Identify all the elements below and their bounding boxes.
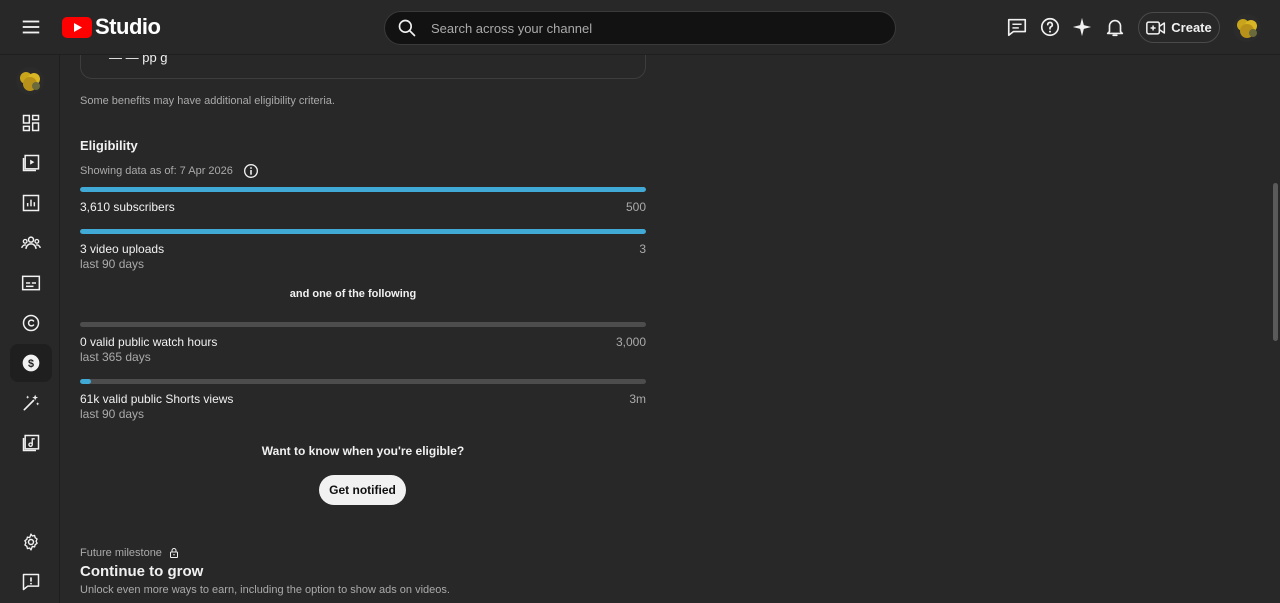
content-icon <box>22 154 40 172</box>
channel-avatar-icon <box>16 67 44 95</box>
data-as-of-row: Showing data as of: 7 Apr 2026 <box>80 163 259 179</box>
sidebar-item-feedback[interactable] <box>10 563 52 601</box>
community-icon <box>21 236 41 249</box>
sidebar-item-copyright[interactable] <box>10 304 52 342</box>
benefits-card-clipped-text: — — pp g <box>109 55 168 65</box>
future-milestone-label: Future milestone <box>80 547 162 559</box>
lock-icon <box>169 548 178 558</box>
earn-page-content: — — pp g Some benefits may have addition… <box>60 55 1268 603</box>
subscribers-label: 3,610 subscribers <box>80 200 175 214</box>
watch-hours-label: 0 valid public watch hours <box>80 335 218 349</box>
sidebar-item-earn[interactable]: $ <box>10 344 52 382</box>
account-avatar[interactable] <box>1233 14 1261 42</box>
create-button[interactable]: Create <box>1138 12 1220 43</box>
future-milestone-description: Unlock even more ways to earn, including… <box>80 584 450 596</box>
search-icon <box>398 19 416 37</box>
future-milestone-title: Continue to grow <box>80 563 204 580</box>
watch-hours-sublabel: last 365 days <box>80 350 151 364</box>
create-label: Create <box>1171 20 1212 35</box>
sidebar-item-analytics[interactable] <box>10 184 52 222</box>
subscribers-progress-fill <box>80 187 646 192</box>
and-one-of-text: and one of the following <box>289 288 417 300</box>
sidebar-item-subtitles[interactable] <box>10 264 52 302</box>
benefits-card: — — pp g <box>80 55 646 79</box>
benefits-note: Some benefits may have additional eligib… <box>80 95 335 107</box>
search-input[interactable] <box>429 19 873 37</box>
audio-library-icon <box>22 434 40 452</box>
eligibility-title: Eligibility <box>80 138 138 153</box>
sidebar-item-settings[interactable] <box>10 523 52 561</box>
svg-text:$: $ <box>28 358 34 370</box>
watch-hours-target: 3,000 <box>615 335 646 349</box>
comments-icon[interactable] <box>1006 16 1028 38</box>
watch-hours-progress-bar <box>80 322 646 327</box>
uploads-progress-fill <box>80 229 646 234</box>
sparkle-icon[interactable] <box>1071 16 1093 38</box>
shorts-views-target: 3m <box>629 392 646 406</box>
top-bar: Studio Create <box>0 0 1280 55</box>
notifications-bell-icon[interactable] <box>1104 16 1126 38</box>
customization-icon <box>23 394 40 411</box>
uploads-sublabel: last 90 days <box>80 257 145 271</box>
search-bar[interactable] <box>384 11 896 45</box>
shorts-views-progress-bar <box>80 379 646 384</box>
logo-text: Studio <box>95 14 161 39</box>
future-milestone-row: Future milestone <box>80 547 180 559</box>
settings-icon <box>24 533 38 551</box>
sidebar-item-community[interactable] <box>10 224 52 262</box>
analytics-icon <box>22 194 40 212</box>
sidebar-item-customization[interactable] <box>10 384 52 422</box>
menu-icon[interactable] <box>20 16 42 38</box>
subtitles-icon <box>21 275 41 291</box>
page-scrollbar-thumb[interactable] <box>1273 183 1278 341</box>
youtube-logo-icon <box>62 16 92 38</box>
data-as-of-text: Showing data as of: 7 Apr 2026 <box>80 165 233 177</box>
help-icon[interactable] <box>1039 16 1061 38</box>
create-video-icon <box>1146 20 1166 35</box>
sidebar: $ <box>0 55 60 603</box>
subscribers-progress-bar <box>80 187 646 192</box>
studio-logo[interactable]: Studio <box>62 14 161 40</box>
shorts-views-sublabel: last 90 days <box>80 407 145 421</box>
shorts-views-progress-fill <box>80 379 92 384</box>
feedback-icon <box>22 573 40 591</box>
sidebar-item-content[interactable] <box>10 144 52 182</box>
subscribers-target: 500 <box>625 200 646 214</box>
uploads-progress-bar <box>80 229 646 234</box>
dashboard-icon <box>22 114 40 132</box>
avatar-image-icon <box>1233 14 1261 42</box>
uploads-target: 3 <box>639 242 646 256</box>
earn-icon: $ <box>22 354 40 372</box>
get-notified-button[interactable]: Get notified <box>319 475 406 505</box>
copyright-icon <box>22 314 40 332</box>
sidebar-item-dashboard[interactable] <box>10 104 52 142</box>
uploads-label: 3 video uploads <box>80 242 165 256</box>
shorts-views-label: 61k valid public Shorts views <box>80 392 234 406</box>
sidebar-item-audio-library[interactable] <box>10 424 52 462</box>
info-icon[interactable] <box>243 163 259 179</box>
notify-prompt: Want to know when you're eligible? <box>261 444 465 458</box>
channel-avatar[interactable] <box>16 67 44 95</box>
